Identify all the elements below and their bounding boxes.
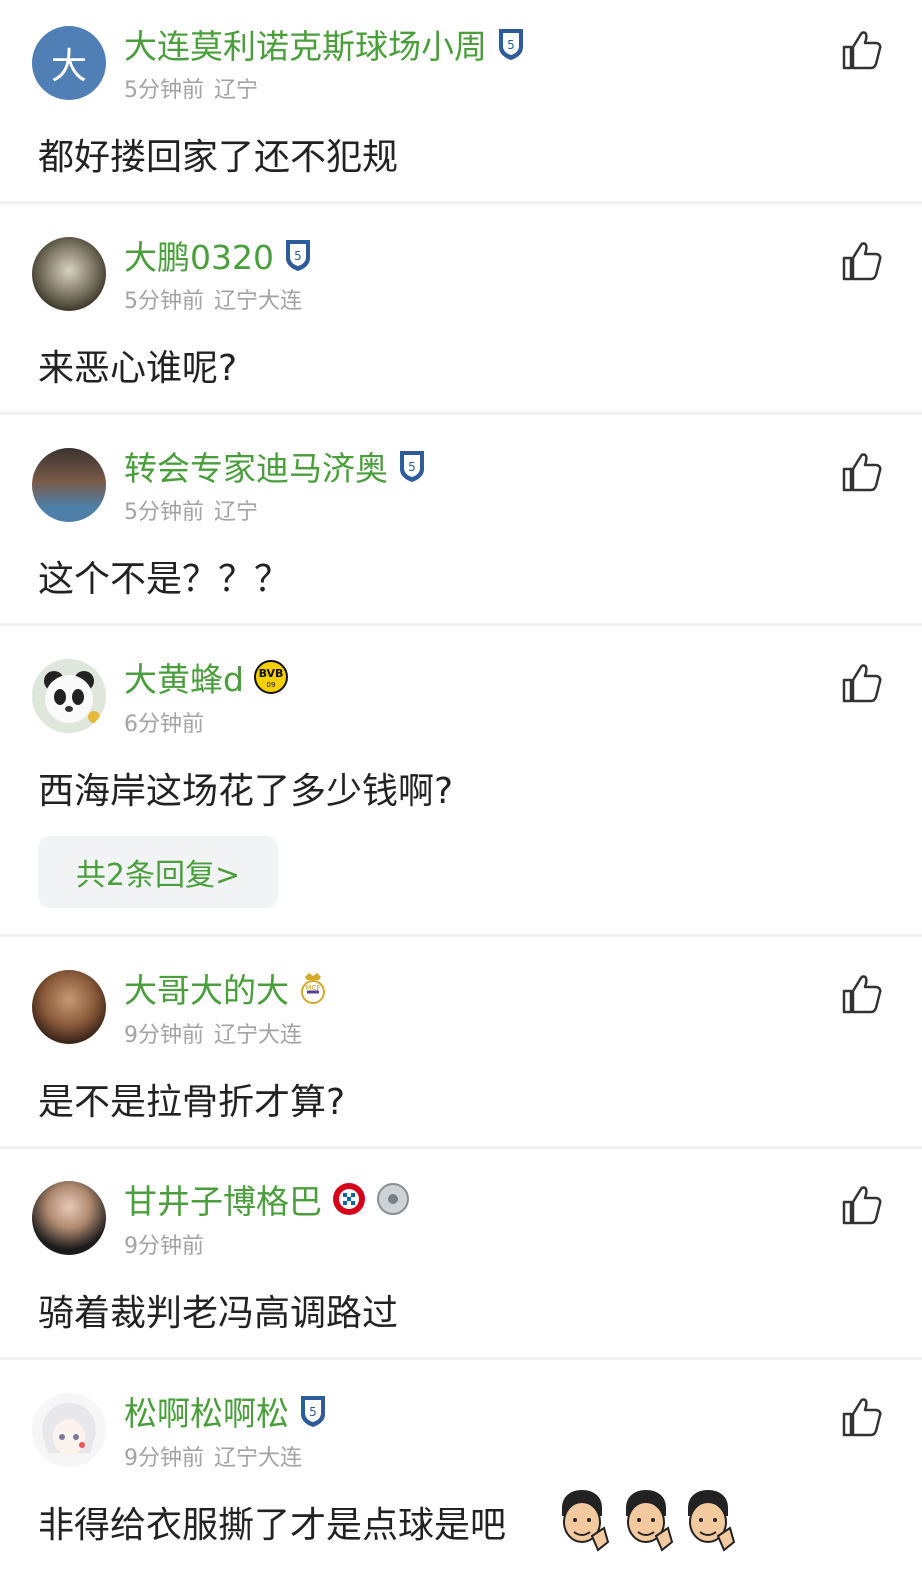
view-replies-button[interactable]: 共2条回复>	[38, 836, 278, 908]
comment-text: 都好搂回家了还不犯规	[38, 137, 399, 178]
divider	[0, 623, 922, 626]
thumbs-up-icon[interactable]	[840, 1183, 884, 1227]
comment-meta: 9分钟前	[124, 1228, 204, 1260]
divider	[0, 1357, 922, 1360]
username[interactable]: 大哥大的大	[124, 964, 289, 1012]
svg-text:BVB: BVB	[259, 667, 284, 680]
avatar[interactable]	[32, 237, 106, 311]
svg-text:5: 5	[507, 38, 515, 52]
avatar[interactable]	[32, 1393, 106, 1467]
timestamp: 5分钟前	[124, 289, 204, 314]
comment-text: 这个不是？？？	[38, 559, 291, 600]
comment-meta: 9分钟前 辽宁大连	[124, 1017, 302, 1049]
dalian-crest-icon: 5	[301, 1396, 325, 1427]
dalian-crest-icon: 5	[400, 451, 424, 482]
anime-avatar-image	[32, 1393, 106, 1467]
divider	[0, 412, 922, 415]
avatar[interactable]	[32, 1181, 106, 1255]
svg-text:09: 09	[266, 681, 275, 689]
avatar-letter: 大	[50, 46, 87, 87]
divider	[0, 934, 922, 937]
avatar[interactable]	[32, 659, 106, 733]
username[interactable]: 转会专家迪马济奥	[124, 442, 388, 490]
svg-text:5: 5	[309, 1405, 317, 1419]
face-emoji-icon	[562, 1490, 610, 1552]
location: 辽宁	[214, 78, 259, 103]
comment-meta: 9分钟前 辽宁大连	[124, 1440, 302, 1472]
username[interactable]: 甘井子博格巴	[124, 1175, 322, 1223]
location: 辽宁大连	[214, 1446, 303, 1471]
real-madrid-crest-icon: MCF	[301, 973, 325, 1004]
dalian-crest-icon: 5	[285, 240, 310, 271]
timestamp: 9分钟前	[124, 1234, 204, 1259]
thumbs-up-icon[interactable]	[840, 972, 884, 1016]
timestamp: 9分钟前	[124, 1023, 204, 1048]
timestamp: 9分钟前	[124, 1446, 204, 1471]
username[interactable]: 大连莫利诺克斯球场小周	[124, 20, 487, 68]
bvb-crest-icon: BVB 09	[253, 660, 288, 694]
comment-text: 骑着裁判老冯高调路过	[38, 1293, 399, 1334]
ball-icon	[377, 1183, 409, 1215]
thumbs-up-icon[interactable]	[840, 28, 884, 72]
comment-text: 来恶心谁呢?	[38, 348, 238, 389]
divider	[0, 201, 922, 204]
panda-avatar-image	[32, 659, 106, 733]
thumbs-up-icon[interactable]	[840, 661, 884, 705]
face-emoji-icon	[626, 1490, 674, 1552]
comment-text: 是不是拉骨折才算?	[38, 1082, 346, 1123]
bayern-crest-icon	[333, 1183, 365, 1215]
avatar[interactable]	[32, 448, 106, 522]
timestamp: 6分钟前	[124, 712, 204, 737]
thumbs-up-icon[interactable]	[840, 1395, 884, 1439]
username[interactable]: 大鹏0320	[124, 231, 274, 279]
thumbs-up-icon[interactable]	[840, 239, 884, 283]
location: 辽宁大连	[214, 289, 303, 314]
svg-text:5: 5	[294, 249, 302, 263]
comment-meta: 5分钟前 辽宁大连	[124, 283, 302, 315]
comment-text: 非得给衣服撕了才是点球是吧	[38, 1505, 507, 1546]
timestamp: 5分钟前	[124, 500, 204, 525]
comment-meta: 5分钟前 辽宁	[124, 72, 258, 104]
avatar[interactable]: 大	[32, 26, 106, 100]
face-emoji-icon	[688, 1490, 736, 1552]
username[interactable]: 大黄蜂d	[124, 653, 244, 701]
svg-text:5: 5	[408, 460, 416, 474]
svg-text:MCF: MCF	[306, 984, 321, 992]
location: 辽宁	[214, 500, 259, 525]
dalian-crest-icon: 5	[499, 29, 523, 60]
timestamp: 5分钟前	[124, 78, 204, 103]
divider	[0, 1146, 922, 1149]
comment-meta: 5分钟前 辽宁	[124, 494, 258, 526]
comment-text: 西海岸这场花了多少钱啊?	[38, 771, 454, 812]
location: 辽宁大连	[214, 1023, 303, 1048]
comment-meta: 6分钟前	[124, 706, 204, 738]
thumbs-up-icon[interactable]	[840, 450, 884, 494]
avatar[interactable]	[32, 970, 106, 1044]
username[interactable]: 松啊松啊松	[124, 1387, 289, 1435]
